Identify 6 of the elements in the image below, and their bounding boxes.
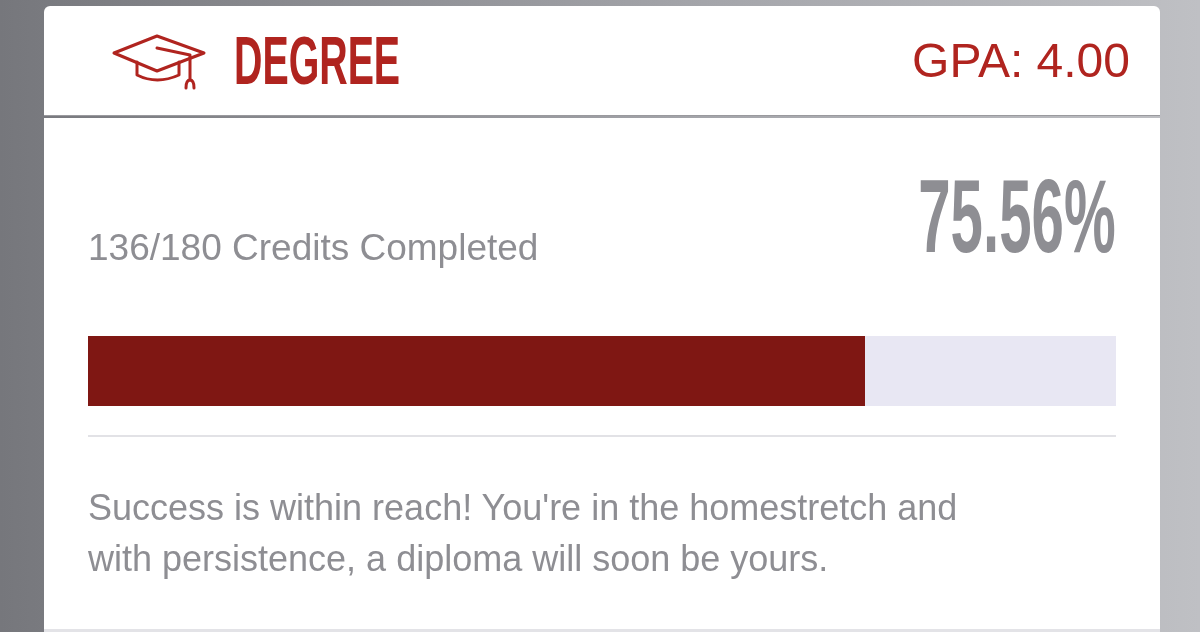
credits-completed-text: 136/180 Credits Completed (88, 228, 539, 268)
encouragement-message: Success is within reach! You're in the homestretch and with persistence, a diploma will soon be yours. (88, 486, 959, 581)
degree-title: DEGREE (234, 32, 401, 89)
graduation-cap-icon (112, 33, 206, 90)
gpa-value: GPA: 4.00 (912, 32, 1130, 89)
percent-complete: 75.56% (918, 176, 1116, 256)
